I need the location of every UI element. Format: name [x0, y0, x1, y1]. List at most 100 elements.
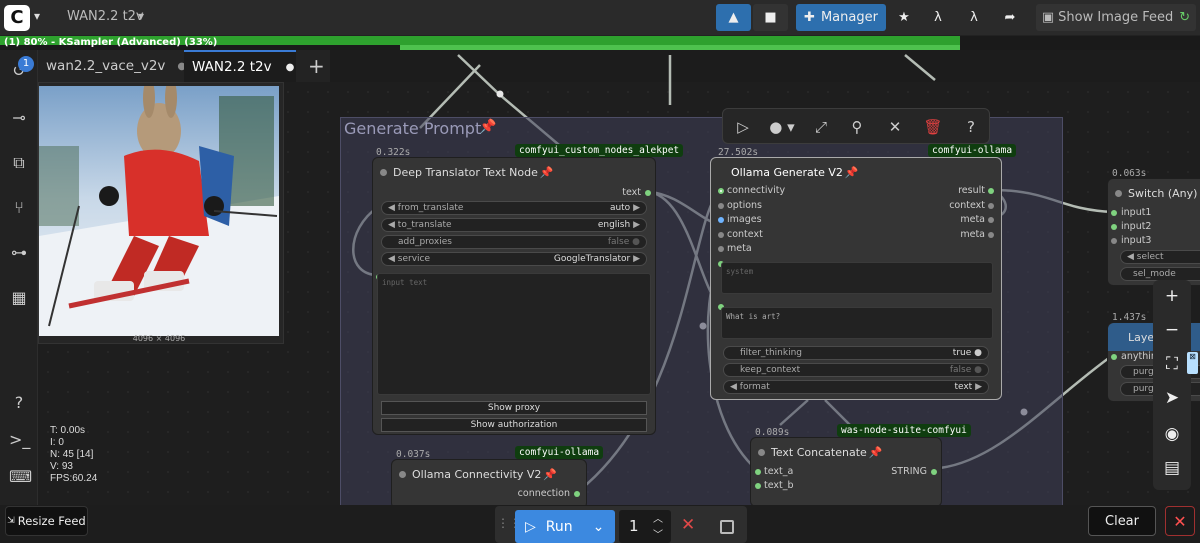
stat-i: I: 0 [50, 437, 64, 448]
input-slot-dot[interactable] [718, 217, 724, 223]
input-slot-dot[interactable] [718, 246, 724, 252]
new-tab-plus-icon[interactable]: + [300, 50, 328, 82]
node-title: Switch (Any) [1128, 186, 1198, 200]
selection-toolbox: ▷ ● ▾ ⤢ ⚲ ✕ 🗑 ? [722, 108, 990, 144]
arrow-right-icon: ▶ [630, 254, 640, 264]
node-text-concatenate[interactable]: Text Concatenate 📌 text_a text_b STRING [750, 437, 942, 507]
group-title: Generate Prompt [344, 119, 482, 138]
input-slot-label: input3 [1121, 235, 1152, 246]
input-slot-dot[interactable] [1111, 354, 1117, 360]
select-widget[interactable]: ◀ select [1120, 250, 1200, 264]
layout-icon[interactable]: ▦ [9, 288, 29, 308]
input-text-area[interactable]: input text [377, 273, 651, 395]
keyboard-icon[interactable]: ⌨ [9, 467, 32, 487]
arrow-right-icon: ▶ [630, 203, 640, 213]
input-slot-dot[interactable] [1111, 238, 1117, 244]
decrement-chevron-down-icon[interactable]: ﹀ [653, 526, 663, 541]
help-circle-icon[interactable]: ? [9, 393, 29, 413]
input-slot-dot[interactable] [1111, 210, 1117, 216]
clear-label: Clear [1105, 513, 1139, 529]
node-ollama-connectivity[interactable]: Ollama Connectivity V2 📌 connection [391, 459, 587, 509]
queue-image-panel[interactable]: 4096 × 4096 [38, 82, 284, 344]
show-authorization-button[interactable]: Show authorization [381, 418, 647, 432]
collapse-icon[interactable]: ✕ [885, 117, 905, 137]
generated-image-rabbit-skiing[interactable] [39, 86, 279, 336]
output-slot-dot[interactable] [988, 217, 994, 223]
arrow-left-icon: ◀ [388, 220, 398, 230]
pin-icon: 📌 [844, 165, 859, 179]
pin-toggle-icon[interactable]: ⚲ [847, 117, 867, 137]
fit-view-icon[interactable]: ⛶ [1162, 354, 1182, 374]
prompt-text-area[interactable]: What is art? [721, 307, 993, 339]
add-proxies-toggle[interactable]: add_proxies false ● [381, 235, 647, 249]
output-slot-dot[interactable] [931, 469, 937, 475]
tab-wan2-2-t2v[interactable]: WAN2.2 t2v ● [184, 50, 296, 82]
input-slot-dot[interactable] [755, 483, 761, 489]
workflows-icon[interactable]: ⑂ [9, 198, 29, 218]
bypass-icon[interactable]: ⤢ [811, 117, 831, 137]
node-source-badge: was-node-suite-comfyui [837, 424, 971, 437]
close-icon: ✕ [1173, 511, 1187, 531]
visibility-eye-icon[interactable]: ◉ [1162, 424, 1182, 444]
textarea-value: What is art? [726, 312, 781, 321]
workflow-tabs: wan2.2_vace_v2v ● WAN2.2 t2v ● + [38, 50, 330, 82]
node-switch-any[interactable]: Switch (Any) input1 input2 input3 ◀ sele… [1107, 178, 1200, 286]
run-mode-chevron-down-icon[interactable]: ⌄ [593, 519, 605, 535]
output-slot-dot[interactable] [988, 203, 994, 209]
increment-chevron-up-icon[interactable]: ︿ [653, 510, 663, 525]
pin-icon: 📌 [543, 467, 558, 481]
stop-square-icon[interactable] [720, 520, 734, 534]
from-translate-widget[interactable]: ◀ from_translate auto ▶ [381, 201, 647, 215]
format-widget[interactable]: ◀ format text ▶ [723, 380, 989, 394]
close-feed-button[interactable]: ✕ [1165, 506, 1195, 536]
node-title: Deep Translator Text Node [393, 165, 538, 179]
select-mode-icon[interactable]: ➤ [1162, 388, 1182, 408]
output-slot-dot[interactable] [988, 232, 994, 238]
execute-play-icon[interactable]: ▷ [733, 117, 753, 137]
help-icon[interactable]: ? [961, 117, 981, 137]
sel-mode-widget[interactable]: sel_mode [1120, 267, 1200, 281]
widget-label: select [1136, 252, 1164, 262]
show-proxy-button[interactable]: Show proxy [381, 401, 647, 415]
output-slot-dot[interactable] [988, 188, 994, 194]
filter-thinking-toggle[interactable]: filter_thinking true ● [723, 346, 989, 360]
input-slot-dot[interactable] [718, 188, 724, 194]
widget-value: true [952, 348, 972, 358]
arrow-left-icon: ◀ [730, 382, 740, 392]
output-slot-dot[interactable] [574, 491, 580, 497]
input-slot-dot[interactable] [1111, 224, 1117, 230]
input-slot-dot[interactable] [718, 203, 724, 209]
node-library-icon[interactable]: ⊸ [9, 108, 29, 128]
node-ollama-generate[interactable]: Ollama Generate V2 📌 connectivity option… [710, 157, 1002, 400]
arrow-left-icon: ◀ [388, 254, 398, 264]
color-picker-icon[interactable]: ● ▾ [767, 117, 797, 137]
input-slot-dot[interactable] [718, 232, 724, 238]
to-translate-widget[interactable]: ◀ to_translate english ▶ [381, 218, 647, 232]
output-slot-dot[interactable] [645, 190, 651, 196]
minimap-icon[interactable]: ▤ [1162, 458, 1182, 478]
node-deep-translator[interactable]: Deep Translator Text Node 📌 text ◀ from_… [372, 157, 656, 435]
input-slot-dot[interactable] [755, 469, 761, 475]
terminal-icon[interactable]: >_ [9, 430, 30, 450]
run-button[interactable]: ▷ Run ⌄ [515, 510, 615, 543]
input-slot-label: input1 [1121, 207, 1152, 218]
cancel-run-icon[interactable]: ✕ [681, 515, 695, 535]
batch-count-value: 1 [629, 517, 639, 535]
zoom-out-icon[interactable]: − [1162, 320, 1182, 340]
keep-context-toggle[interactable]: keep_context false ● [723, 363, 989, 377]
templates-icon[interactable]: ⊶ [9, 243, 29, 263]
zoom-in-icon[interactable]: + [1162, 286, 1182, 306]
tab-wan2-2-vace-v2v[interactable]: wan2.2_vace_v2v ● [38, 50, 186, 82]
system-text-area[interactable]: system [721, 262, 993, 294]
resize-icon: ⇲ [7, 516, 15, 526]
resize-feed-button[interactable]: ⇲ Resize Feed [5, 506, 88, 536]
model-library-icon[interactable]: ⧉ [9, 153, 29, 173]
service-widget[interactable]: ◀ service GoogleTranslator ▶ [381, 252, 647, 266]
canvas-stats: T: 0.00s I: 0 N: 45 [14] V: 93 FPS:60.24 [50, 425, 97, 485]
image-feed-mini-icon[interactable]: ⊠ [1187, 352, 1198, 374]
delete-trash-icon[interactable]: 🗑 [923, 117, 943, 137]
arrow-left-icon: ◀ [388, 203, 398, 213]
clear-button[interactable]: Clear [1088, 506, 1156, 536]
batch-count-input[interactable]: 1 ︿ ﹀ [619, 510, 671, 543]
node-source-badge: comfyui-ollama [928, 144, 1017, 157]
